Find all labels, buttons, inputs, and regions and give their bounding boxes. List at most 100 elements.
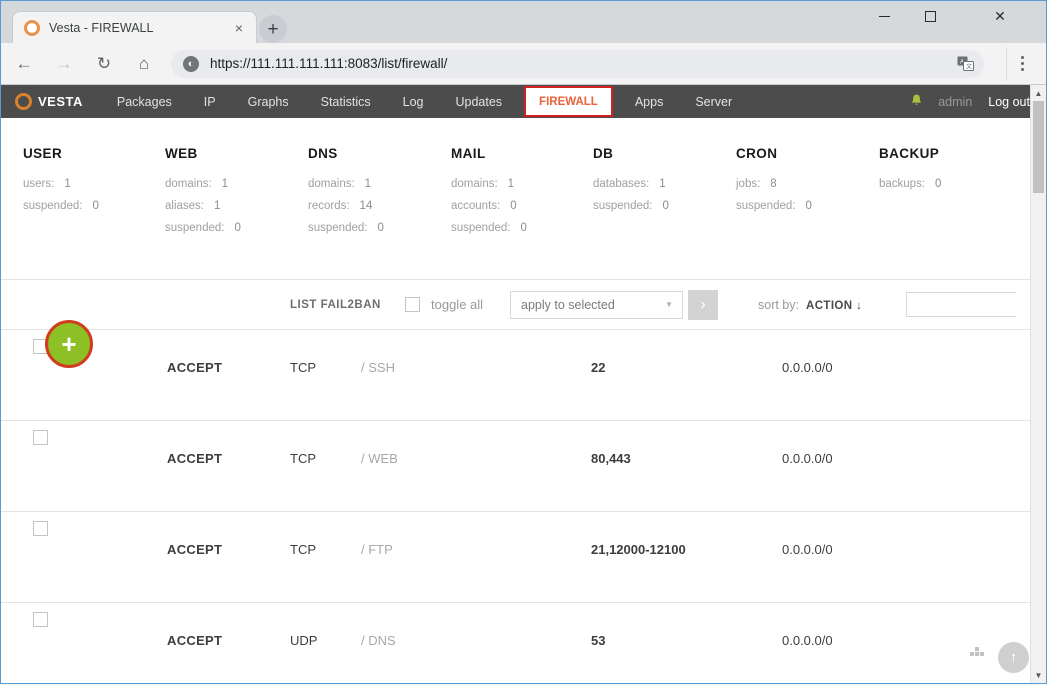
firewall-rules-table: ACCEPT TCP / SSH 22 0.0.0.0/0 ACCEPT TCP… (1, 330, 1046, 683)
stat-row: domains: 1 (451, 178, 527, 200)
row-checkbox[interactable] (33, 612, 48, 627)
row-checkbox[interactable] (33, 521, 48, 536)
stat-value: 0 (234, 222, 241, 234)
rule-ip: 0.0.0.0/0 (782, 451, 833, 466)
stat-key: accounts: (451, 200, 501, 212)
stat-value: 0 (805, 200, 812, 212)
stat-key: suspended: (593, 200, 653, 212)
nav-item-ip[interactable]: IP (188, 85, 232, 118)
stat-group-web: WEB domains: 1 aliases: 1 suspended: 0 (165, 146, 241, 244)
table-row[interactable]: ACCEPT UDP / DNS 53 0.0.0.0/0 (1, 603, 1046, 683)
stat-row: domains: 1 (308, 178, 384, 200)
stat-key: aliases: (165, 200, 204, 212)
toggle-all-checkbox[interactable] (405, 297, 420, 312)
current-user-label[interactable]: admin (938, 95, 972, 109)
nav-item-updates[interactable]: Updates (439, 85, 518, 118)
stat-key: suspended: (23, 200, 83, 212)
table-row[interactable]: ACCEPT TCP / SSH 22 0.0.0.0/0 (1, 330, 1046, 421)
rule-comment: / DNS (361, 633, 396, 648)
stat-group-mail: MAIL domains: 1 accounts: 0 suspended: 0 (451, 146, 527, 244)
vesta-logo-label: VESTA (38, 94, 83, 109)
stat-row: backups: 0 (879, 178, 941, 200)
stat-title: DNS (308, 146, 338, 161)
stat-value: 0 (520, 222, 527, 234)
stat-group-dns: DNS domains: 1 records: 14 suspended: 0 (308, 146, 384, 244)
stat-key: suspended: (451, 222, 511, 234)
stat-value: 0 (377, 222, 384, 234)
page-scrollbar[interactable]: ▲ ▼ (1030, 85, 1046, 683)
rule-action: ACCEPT (167, 542, 223, 557)
rule-port: 53 (591, 633, 606, 648)
reload-icon[interactable]: ↻ (87, 47, 121, 81)
scrollbar-thumb[interactable] (1033, 101, 1044, 193)
new-tab-button[interactable]: + (259, 15, 287, 43)
rule-protocol: TCP (290, 451, 316, 466)
stat-key: domains: (165, 178, 212, 190)
rule-ip: 0.0.0.0/0 (782, 542, 833, 557)
close-tab-icon[interactable]: × (228, 17, 250, 39)
vesta-logo[interactable]: VESTA (15, 93, 83, 110)
rule-protocol: UDP (290, 633, 318, 648)
stat-group-cron: CRON jobs: 8 suspended: 0 (736, 146, 812, 222)
scroll-down-icon[interactable]: ▼ (1031, 667, 1046, 683)
nav-item-graphs[interactable]: Graphs (232, 85, 305, 118)
rule-protocol: TCP (290, 360, 316, 375)
nav-item-firewall[interactable]: FIREWALL (524, 86, 613, 117)
chrome-menu-icon[interactable] (1006, 46, 1038, 81)
stat-row: databases: 1 (593, 178, 669, 200)
toggle-all-control[interactable]: toggle all (405, 297, 483, 312)
apply-to-selected-value: apply to selected (521, 297, 615, 312)
close-window-button[interactable]: ✕ (977, 1, 1023, 31)
table-row[interactable]: ACCEPT TCP / FTP 21,12000-12100 0.0.0.0/… (1, 512, 1046, 603)
notification-bell-icon[interactable] (911, 94, 922, 110)
nav-item-apps[interactable]: Apps (619, 85, 680, 118)
minimize-window-button[interactable] (861, 1, 907, 31)
home-icon[interactable]: ⌂ (127, 47, 161, 81)
rule-action: ACCEPT (167, 451, 223, 466)
nav-item-statistics[interactable]: Statistics (305, 85, 387, 118)
nav-item-server[interactable]: Server (679, 85, 748, 118)
vesta-ring-icon (15, 93, 32, 110)
nav-item-log[interactable]: Log (387, 85, 440, 118)
stat-value: 1 (659, 178, 666, 190)
stats-panel: USER users: 1 suspended: 0 WEB domains: … (1, 118, 1046, 280)
stat-value: 0 (92, 200, 99, 212)
scroll-to-top-button[interactable]: ↑ (998, 642, 1029, 673)
stat-row: suspended: 0 (593, 200, 669, 222)
sort-by-control[interactable]: sort by: ACTION ↓ (758, 298, 862, 312)
stat-title: USER (23, 146, 63, 161)
stat-group-db: DB databases: 1 suspended: 0 (593, 146, 669, 222)
logout-link[interactable]: Log out (988, 95, 1030, 109)
translate-icon[interactable]: A 文 (952, 53, 978, 75)
stat-title: CRON (736, 146, 778, 161)
search-control[interactable] (906, 292, 1046, 317)
sort-by-value[interactable]: ACTION ↓ (806, 300, 862, 312)
drag-grip-icon[interactable] (970, 647, 984, 657)
titlebar: Vesta - FIREWALL × + ✕ (1, 1, 1046, 43)
add-rule-button[interactable]: + (45, 320, 93, 368)
rule-port: 22 (591, 360, 606, 375)
stat-value: 0 (662, 200, 669, 212)
rule-port: 80,443 (591, 451, 631, 466)
tab-title: Vesta - FIREWALL (49, 20, 154, 35)
browser-tab[interactable]: Vesta - FIREWALL × (12, 11, 257, 43)
search-input[interactable] (907, 293, 1046, 316)
site-info-globe-icon[interactable]: ◐ (183, 55, 199, 72)
nav-item-packages[interactable]: Packages (101, 85, 188, 118)
maximize-window-button[interactable] (907, 1, 953, 31)
address-bar[interactable]: ◐ https://111.111.111.111:8083/list/fire… (171, 49, 984, 78)
scroll-up-icon[interactable]: ▲ (1031, 85, 1046, 101)
list-fail2ban-link[interactable]: LIST FAIL2BAN (290, 299, 381, 311)
apply-go-button[interactable]: › (688, 289, 718, 320)
vesta-navbar: VESTA Packages IP Graphs Statistics Log … (1, 85, 1046, 118)
stat-row: records: 14 (308, 200, 384, 222)
rule-ip: 0.0.0.0/0 (782, 633, 833, 648)
row-checkbox[interactable] (33, 430, 48, 445)
stat-group-backup: BACKUP backups: 0 (879, 146, 941, 200)
stat-row: suspended: 0 (451, 222, 527, 244)
apply-to-selected-select[interactable]: apply to selected ▼ (510, 290, 683, 319)
back-icon[interactable]: ← (7, 47, 41, 81)
table-row[interactable]: ACCEPT TCP / WEB 80,443 0.0.0.0/0 (1, 421, 1046, 512)
stat-key: databases: (593, 178, 650, 190)
forward-icon[interactable]: → (47, 47, 81, 81)
